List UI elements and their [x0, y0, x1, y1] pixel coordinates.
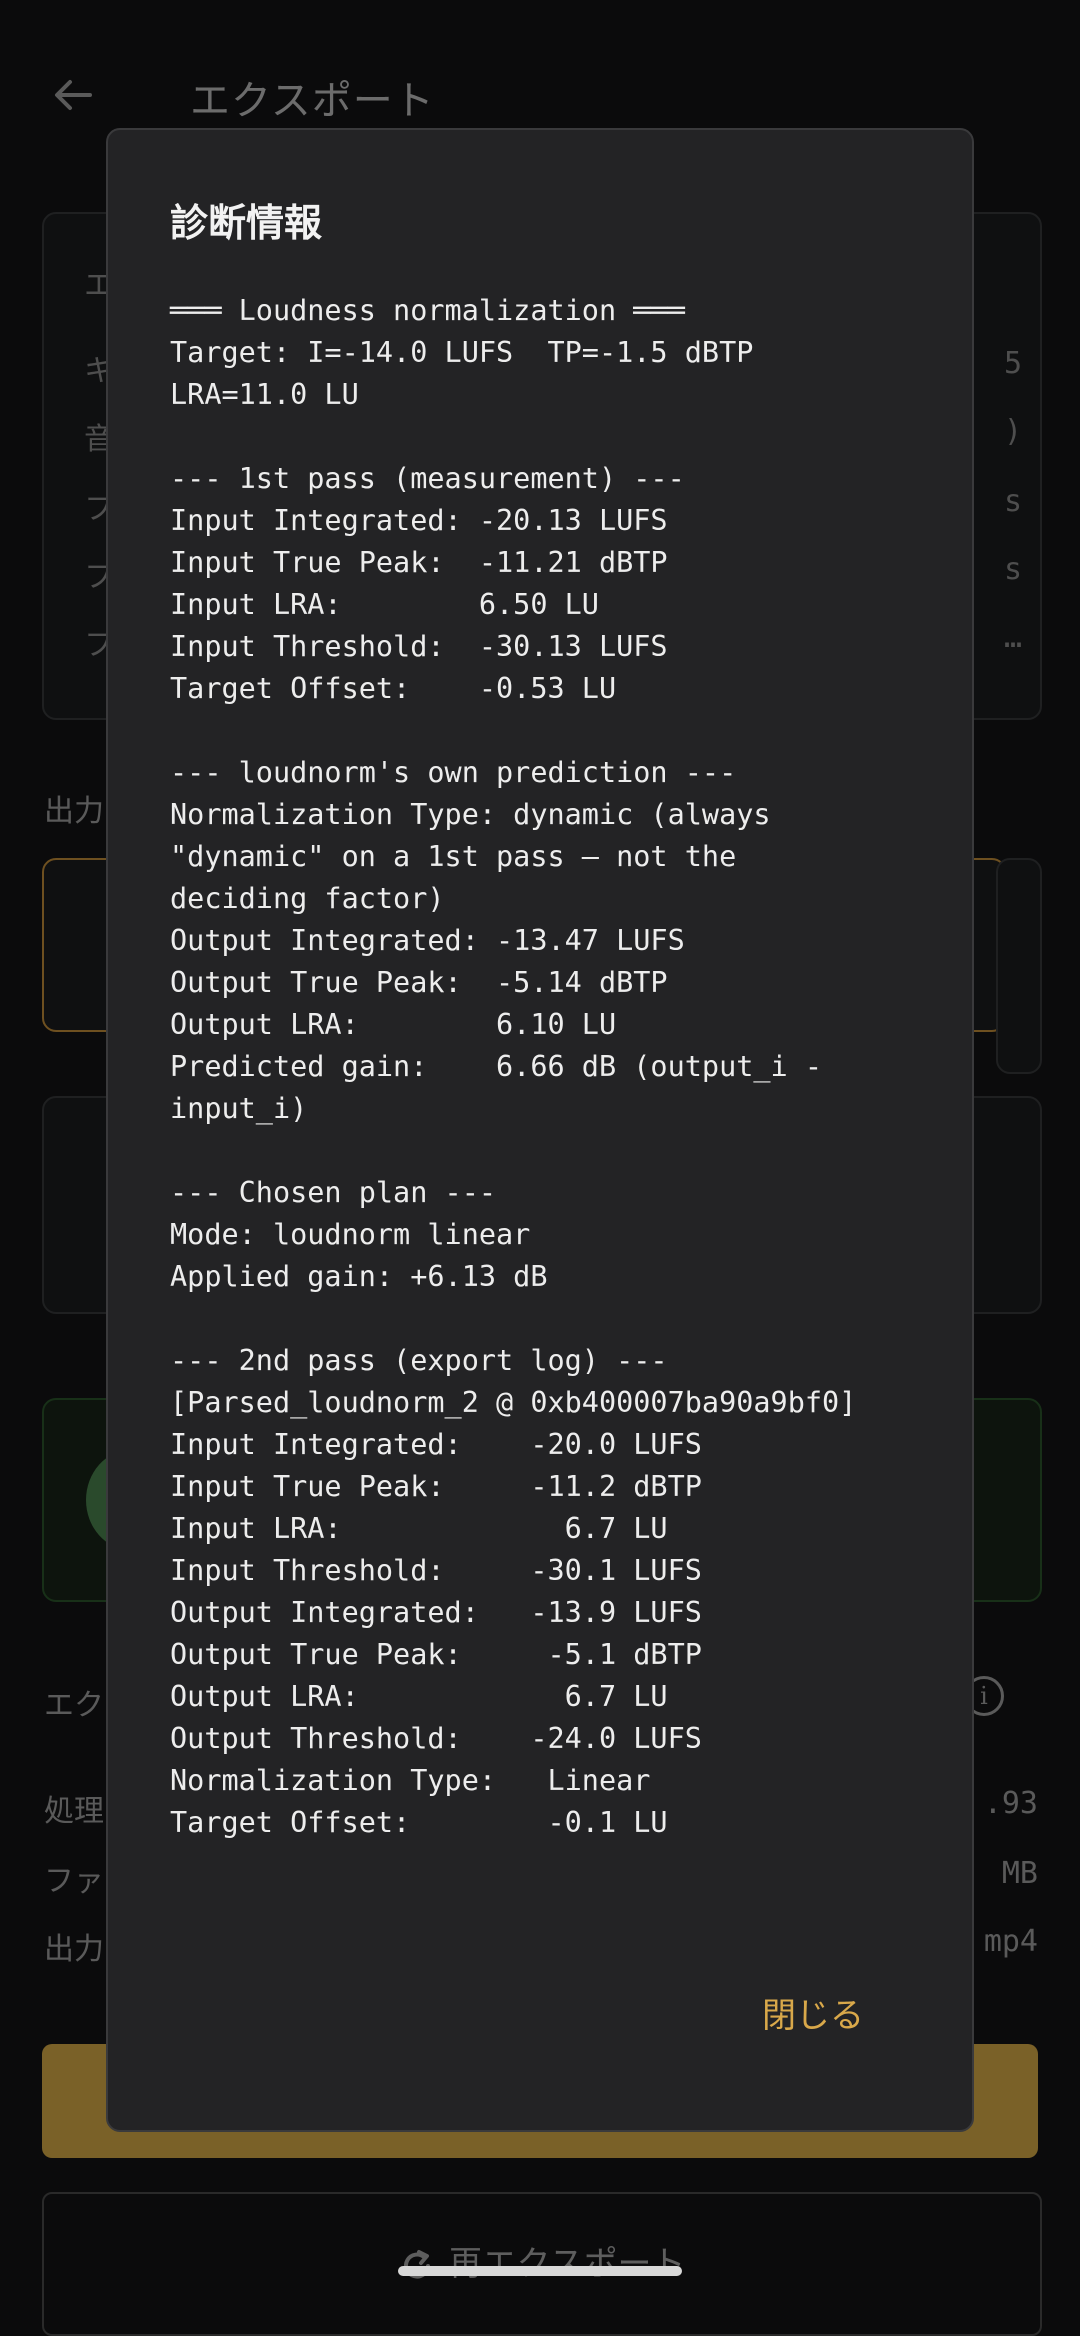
log-line: Target: I=-14.0 LUFS TP=-1.5 dBTP	[170, 336, 754, 369]
log-line: Output LRA: 6.7 LU	[170, 1680, 668, 1713]
log-line: Normalization Type: Linear	[170, 1764, 651, 1797]
page-title: エクスポート	[190, 78, 435, 124]
log-line: Mode: loudnorm linear	[170, 1218, 531, 1251]
reexport-button[interactable]: 再エクスポート	[42, 2192, 1042, 2336]
log-line: ═══ Loudness normalization ═══	[170, 294, 685, 327]
info-value: s	[1003, 484, 1022, 519]
reexport-label: 再エクスポート	[448, 2244, 686, 2284]
stat-label: ファ	[44, 1864, 104, 1899]
log-line: Output True Peak: -5.1 dBTP	[170, 1638, 702, 1671]
stat-value: mp4	[983, 1924, 1038, 1959]
log-line: input_i)	[170, 1092, 308, 1125]
back-arrow-icon[interactable]	[48, 70, 98, 120]
output-section-title: 出力	[44, 794, 104, 829]
stat-label: 処理	[44, 1794, 104, 1829]
info-value: )	[1003, 414, 1022, 449]
log-line: Input LRA: 6.50 LU	[170, 588, 599, 621]
log-line: "dynamic" on a 1st pass — not the	[170, 840, 737, 873]
log-line: Output Threshold: -24.0 LUFS	[170, 1722, 702, 1755]
log-line: deciding factor)	[170, 882, 445, 915]
output-option[interactable]	[996, 858, 1042, 1074]
home-indicator	[398, 2266, 682, 2276]
log-line: --- 2nd pass (export log) ---	[170, 1344, 668, 1377]
log-line: Input Threshold: -30.1 LUFS	[170, 1554, 702, 1587]
log-line: Input Integrated: -20.0 LUFS	[170, 1428, 702, 1461]
log-line: Predicted gain: 6.66 dB (output_i -	[170, 1050, 823, 1083]
log-line: Normalization Type: dynamic (always	[170, 798, 771, 831]
log-line: --- Chosen plan ---	[170, 1176, 497, 1209]
stat-value: MB	[1001, 1856, 1038, 1891]
log-line: Output Integrated: -13.47 LUFS	[170, 924, 685, 957]
stat-value: .93	[983, 1786, 1038, 1821]
log-line: Output LRA: 6.10 LU	[170, 1008, 617, 1041]
export-section-title: エク	[44, 1688, 104, 1723]
info-value: 5	[1003, 346, 1022, 381]
dialog-title: 診断情報	[170, 201, 323, 245]
info-value: …	[1003, 620, 1022, 655]
log-line: Target Offset: -0.1 LU	[170, 1806, 668, 1839]
log-line: Output True Peak: -5.14 dBTP	[170, 966, 668, 999]
log-line: Input Integrated: -20.13 LUFS	[170, 504, 668, 537]
close-button[interactable]: 閉じる	[750, 1982, 876, 2043]
log-line: Input True Peak: -11.21 dBTP	[170, 546, 668, 579]
log-line: Input Threshold: -30.13 LUFS	[170, 630, 668, 663]
log-line: --- loudnorm's own prediction ---	[170, 756, 737, 789]
log-line: Output Integrated: -13.9 LUFS	[170, 1596, 702, 1629]
diagnostics-dialog: 診断情報 ═══ Loudness normalization ═══ Targ…	[106, 128, 974, 2132]
log-line: LRA=11.0 LU	[170, 378, 359, 411]
log-line: Input True Peak: -11.2 dBTP	[170, 1470, 702, 1503]
stat-label: 出力	[44, 1932, 104, 1967]
diagnostics-log: ═══ Loudness normalization ═══ Target: I…	[170, 290, 950, 1844]
log-line: Target Offset: -0.53 LU	[170, 672, 617, 705]
log-line: --- 1st pass (measurement) ---	[170, 462, 685, 495]
info-value: s	[1003, 552, 1022, 587]
log-line: Applied gain: +6.13 dB	[170, 1260, 548, 1293]
log-line: Input LRA: 6.7 LU	[170, 1512, 668, 1545]
log-line: [Parsed_loudnorm_2 @ 0xb400007ba90a9bf0]	[170, 1386, 857, 1419]
